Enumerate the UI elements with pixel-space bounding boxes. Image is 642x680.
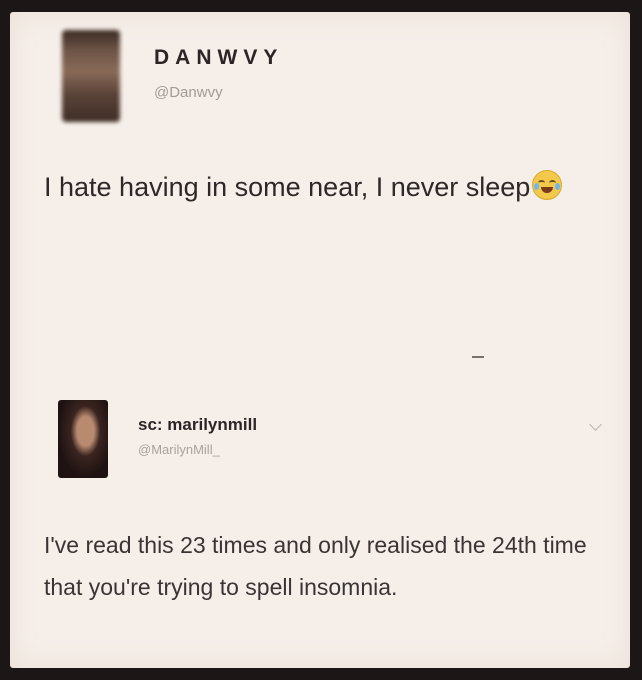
tears-of-joy-emoji-icon	[532, 170, 563, 200]
divider-dash	[472, 356, 484, 358]
tweet-text-danwvy-content: I hate having in some near, I never slee…	[44, 172, 531, 202]
avatar-danwvy[interactable]	[62, 30, 120, 122]
screenshot-card: DANWVY @Danwvy I hate having in some nea…	[10, 12, 630, 668]
chevron-down-icon[interactable]	[589, 418, 602, 431]
tweet-text-marilynmill: I've read this 23 times and only realise…	[44, 532, 587, 600]
handle-danwvy[interactable]: @Danwvy	[154, 84, 223, 101]
avatar-marilynmill[interactable]	[58, 400, 108, 478]
handle-marilynmill[interactable]: @MarilynMill_	[138, 442, 220, 457]
display-name-danwvy[interactable]: DANWVY	[154, 46, 283, 70]
tweet-text-danwvy: I hate having in some near, I never slee…	[44, 160, 604, 214]
display-name-marilynmill[interactable]: sc: marilynmill	[138, 415, 257, 435]
